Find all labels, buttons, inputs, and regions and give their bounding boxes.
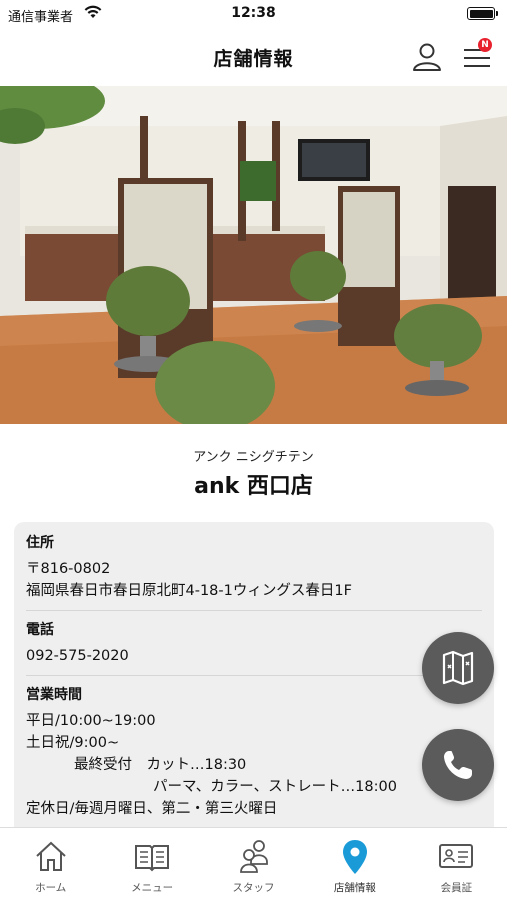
- status-bar: 通信事業者 12:38: [0, 0, 507, 28]
- hours-label: 営業時間: [26, 687, 82, 703]
- tab-menu[interactable]: メニュー: [101, 828, 202, 900]
- hours-weekday: 平日/10:00~19:00: [26, 713, 156, 729]
- tab-member-card[interactable]: 会員証: [406, 828, 507, 900]
- tab-menu-label: メニュー: [131, 882, 174, 894]
- last-reception-cut: 最終受付 カット…18:30: [74, 757, 247, 773]
- postal-code: 〒816-0802: [26, 561, 111, 577]
- tab-staff[interactable]: スタッフ: [203, 828, 304, 900]
- tab-member-card-label: 会員証: [440, 882, 473, 894]
- holiday-text: 定休日/毎週月曜日、第二・第三火曜日: [26, 801, 278, 817]
- tab-bar: ホーム メニュー スタッフ 店舗情報 会員証: [0, 827, 507, 900]
- notification-badge: N: [478, 38, 492, 52]
- address-label: 住所: [26, 535, 54, 551]
- tab-shop-info-label: 店舗情報: [333, 882, 376, 894]
- home-icon: [36, 841, 66, 871]
- tab-staff-label: スタッフ: [232, 882, 275, 894]
- shop-photo: [0, 86, 507, 424]
- book-icon: [135, 845, 170, 872]
- battery-icon: [467, 7, 498, 20]
- member-card-icon: [439, 844, 474, 868]
- phone-section: 電話 092-575-2020: [26, 619, 482, 676]
- map-button[interactable]: [422, 632, 494, 704]
- hours-section: 営業時間 平日/10:00~19:00 土日祝/9:00~ 最終受付 カット…1…: [26, 684, 482, 820]
- call-button[interactable]: [422, 729, 494, 801]
- shop-name: ank 西口店: [194, 474, 313, 499]
- phone-number[interactable]: 092-575-2020: [26, 645, 482, 667]
- location-pin-icon: [342, 840, 367, 874]
- phone-icon: [444, 751, 472, 779]
- tab-home[interactable]: ホーム: [0, 828, 101, 900]
- clock: 12:38: [231, 5, 276, 21]
- hours-weekend: 土日祝/9:00~: [26, 735, 120, 751]
- nav-header: 店舗情報 N: [0, 28, 507, 86]
- user-icon[interactable]: [410, 40, 444, 74]
- map-icon: [442, 650, 474, 686]
- phone-label: 電話: [26, 622, 54, 638]
- address-section: 住所 〒816-0802 福岡県春日市春日原北町4-18-1ウィングス春日1F: [26, 532, 482, 611]
- tab-home-label: ホーム: [35, 882, 67, 894]
- staff-icon: [239, 840, 268, 873]
- address-text: 福岡県春日市春日原北町4-18-1ウィングス春日1F: [26, 583, 352, 599]
- last-reception-perm: パーマ、カラー、ストレート…18:00: [153, 779, 397, 795]
- tab-shop-info[interactable]: 店舗情報: [304, 828, 405, 900]
- shop-name-kana: アンク ニシグチテン: [193, 450, 314, 465]
